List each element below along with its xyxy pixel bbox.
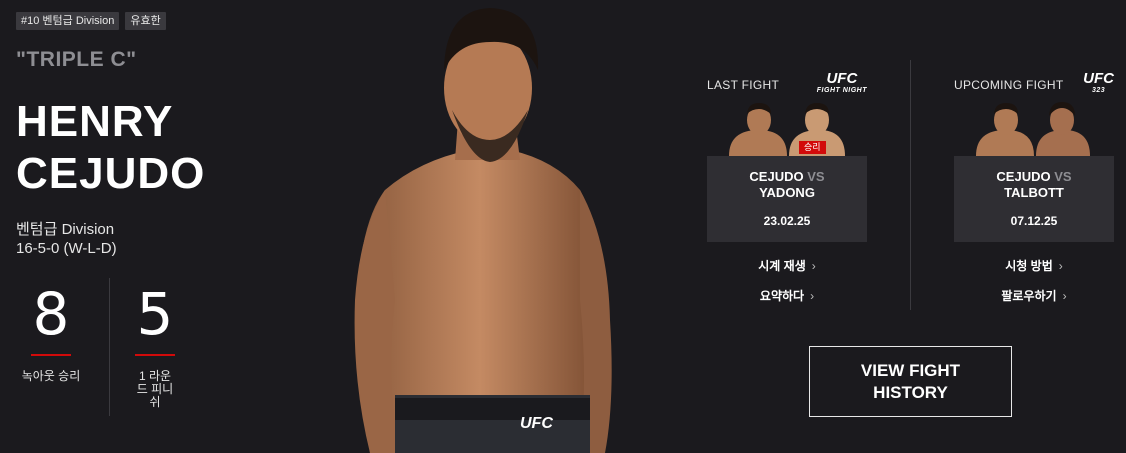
upcoming-fight-label: UPCOMING FIGHT — [954, 78, 1064, 92]
follow-link[interactable]: 팔로우하기 › — [954, 290, 1114, 302]
fighters-headshots — [976, 102, 1090, 156]
upcoming-fight-card[interactable]: CEJUDO VS TALBOTT 07.12.25 — [954, 156, 1114, 242]
stat-divider — [109, 278, 110, 416]
last-fight-label: LAST FIGHT — [707, 78, 780, 92]
upcoming-fight-panel: UPCOMING FIGHT UFC 323 CEJUDO VS TALBOTT… — [954, 70, 1114, 320]
fight-date: 23.02.25 — [763, 214, 811, 228]
fights-divider — [910, 60, 911, 310]
fighter-record: 16-5-0 (W-L-D) — [16, 240, 117, 257]
fighter-a-name: CEJUDO — [996, 169, 1051, 184]
trunks-logo: UFC — [520, 415, 553, 432]
stat-label: 녹아웃 승리 — [21, 369, 81, 383]
vs-label: VS — [807, 169, 825, 184]
fighter-b-name: TALBOTT — [1004, 185, 1064, 200]
fighters-headshots — [729, 103, 845, 156]
stat-first-round-finishes: 5 1 라운 드 피니 쉬 — [120, 278, 190, 409]
stat-label-line: 쉬 — [149, 395, 161, 409]
fighter-name: HENRY CEJUDO — [16, 96, 346, 200]
chevron-right-icon: › — [1062, 289, 1067, 303]
fighter-division: 벤텀급 Division — [16, 221, 115, 238]
button-label-line: VIEW FIGHT — [860, 360, 961, 380]
event-logo: UFC 323 — [1083, 71, 1114, 97]
upcoming-fight-portraits — [954, 100, 1114, 156]
stat-underline — [135, 354, 175, 356]
fighter-a-name: CEJUDO — [749, 169, 804, 184]
stat-label: 1 라운 드 피니 쉬 — [120, 370, 190, 409]
watch-replay-link[interactable]: 시계 재생 › — [707, 260, 867, 272]
fight-date: 07.12.25 — [1010, 214, 1058, 228]
link-label: 요약하다 — [759, 289, 805, 303]
fighter-last-name: CEJUDO — [16, 149, 206, 198]
stat-underline — [31, 354, 71, 356]
last-fight-panel: LAST FIGHT UFC FIGHT NIGHT 승리 CEJUDO VS … — [707, 70, 867, 320]
chevron-right-icon: › — [1058, 259, 1063, 273]
event-logo-sub: FIGHT NIGHT — [816, 87, 867, 94]
tag-list: #10 벤텀급 Division 유효한 — [16, 12, 166, 30]
chevron-right-icon: › — [810, 289, 815, 303]
upcoming-fight-header: UPCOMING FIGHT UFC 323 — [954, 70, 1114, 100]
matchup-line1: CEJUDO VS — [996, 169, 1071, 185]
upcoming-fight-links: 시청 방법 › 팔로우하기 › — [954, 260, 1114, 302]
link-label: 팔로우하기 — [1001, 289, 1057, 303]
status-tag: 유효한 — [125, 12, 166, 30]
link-label: 시청 방법 — [1005, 259, 1053, 273]
vs-label: VS — [1054, 169, 1072, 184]
summary-link[interactable]: 요약하다 › — [707, 290, 867, 302]
last-fight-header: LAST FIGHT UFC FIGHT NIGHT — [707, 70, 867, 100]
view-fight-history-button[interactable]: VIEW FIGHT HISTORY — [809, 346, 1012, 417]
chevron-right-icon: › — [811, 259, 816, 273]
how-to-watch-link[interactable]: 시청 방법 › — [954, 260, 1114, 272]
matchup-line1: CEJUDO VS — [749, 169, 824, 185]
button-label-line: HISTORY — [873, 382, 948, 402]
fighter-b-name: YADONG — [759, 185, 815, 200]
stats-block: 8 녹아웃 승리 5 1 라운 드 피니 쉬 — [16, 278, 206, 418]
link-label: 시계 재생 — [758, 259, 806, 273]
rank-tag: #10 벤텀급 Division — [16, 12, 120, 30]
fighter-first-name: HENRY — [16, 97, 174, 146]
fighter-photo: UFC — [354, 8, 612, 453]
event-logo: UFC FIGHT NIGHT — [816, 71, 867, 97]
last-fight-portraits: 승리 — [707, 100, 867, 156]
last-fight-links: 시계 재생 › 요약하다 › — [707, 260, 867, 302]
fighter-division-block: 벤텀급 Division 16-5-0 (W-L-D) — [16, 220, 117, 258]
stat-value: 5 — [136, 280, 174, 348]
stat-knockouts: 8 녹아웃 승리 — [16, 278, 86, 383]
fighter-nickname: "TRIPLE C" — [16, 48, 137, 71]
winner-badge: 승리 — [799, 141, 826, 154]
stat-value: 8 — [32, 280, 70, 348]
last-fight-card[interactable]: CEJUDO VS YADONG 23.02.25 — [707, 156, 867, 242]
